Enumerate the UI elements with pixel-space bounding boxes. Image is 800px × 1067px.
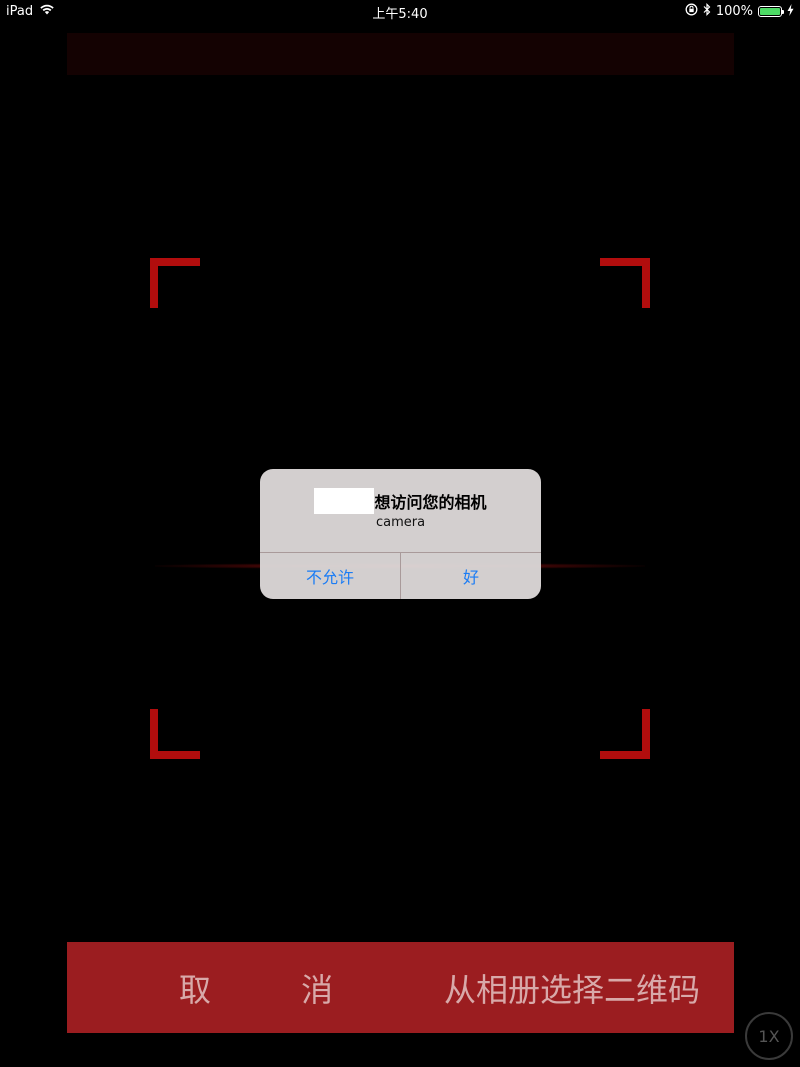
allow-button[interactable]: 好: [400, 553, 541, 599]
bottom-action-bar: 取 消 从相册选择二维码: [67, 942, 734, 1033]
battery-icon: [758, 6, 784, 17]
status-time: 上午5:40: [372, 7, 428, 22]
alert-title-row: 想访问您的相机: [260, 488, 541, 514]
cancel-button[interactable]: 取 消: [179, 942, 373, 1033]
status-bar: iPad 上午5:40 100%: [0, 0, 800, 22]
deny-button[interactable]: 不允许: [260, 553, 400, 599]
status-right: 100%: [685, 3, 794, 20]
alert-buttons: 不允许 好: [260, 552, 541, 599]
top-banner: [67, 33, 734, 75]
camera-permission-alert: 想访问您的相机 camera 不允许 好: [260, 469, 541, 599]
select-from-album-button[interactable]: 从相册选择二维码: [444, 942, 700, 1033]
alert-title: 想访问您的相机: [374, 493, 487, 512]
scan-frame-corner-bottom-left: [150, 709, 200, 759]
scan-frame-corner-bottom-right: [600, 709, 650, 759]
scan-frame-corner-top-right: [600, 258, 650, 308]
app-name-redaction: [314, 488, 375, 514]
battery-percent: 100%: [715, 4, 753, 19]
charging-bolt-icon: [787, 3, 794, 20]
scan-frame-corner-top-left: [150, 258, 200, 308]
alert-message: camera: [375, 515, 426, 530]
zoom-button[interactable]: 1X: [745, 1012, 793, 1060]
bluetooth-icon: [703, 3, 711, 20]
rotation-lock-icon: [685, 3, 698, 20]
battery-level: [760, 8, 780, 15]
